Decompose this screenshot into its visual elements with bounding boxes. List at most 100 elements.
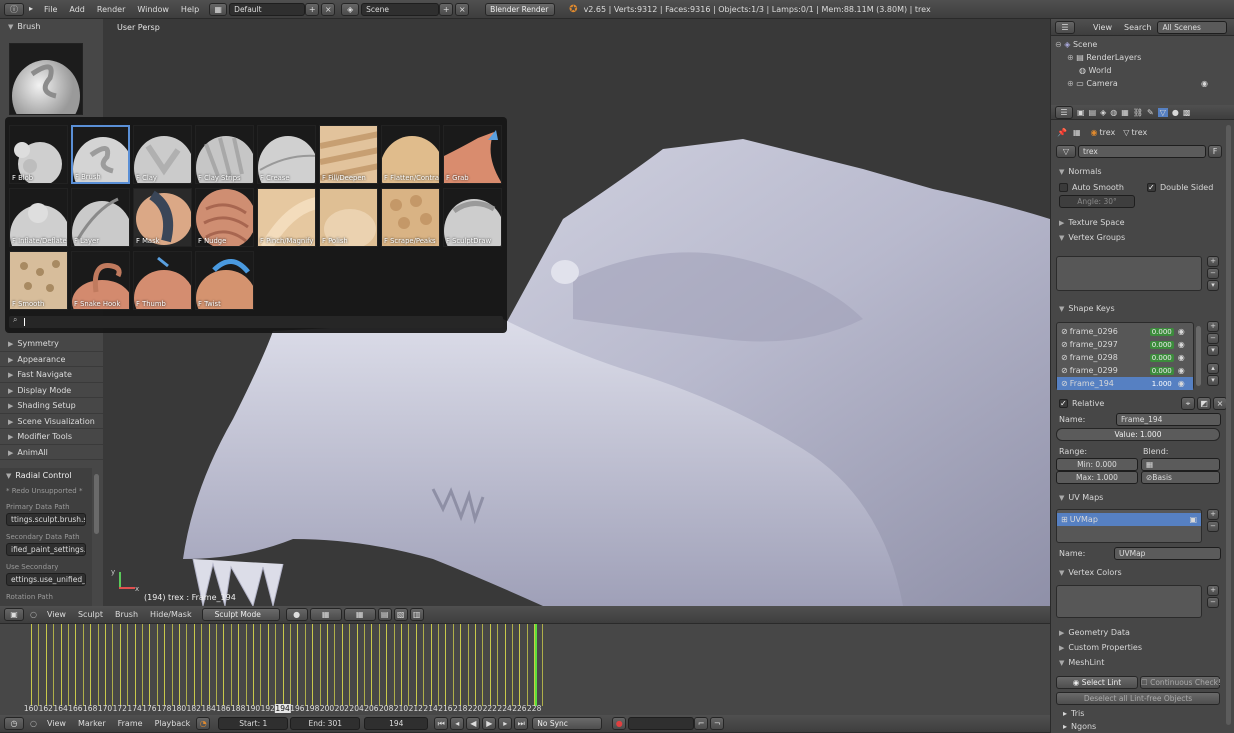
brush-smooth[interactable]: F Smooth xyxy=(9,251,68,310)
shape-keys-header[interactable]: ▼ Shape Keys xyxy=(1051,301,1115,316)
menu-sculpt[interactable]: Sculpt xyxy=(78,610,103,619)
vertex-groups-list[interactable] xyxy=(1056,256,1202,291)
layers-icon[interactable]: ▦ xyxy=(309,608,342,621)
menu-marker[interactable]: Marker xyxy=(78,719,106,728)
brush-fill-deepen[interactable]: F Fill/Deepen xyxy=(319,125,378,184)
min-field[interactable]: Min: 0.000 xyxy=(1056,458,1138,471)
properties-scrollbar[interactable] xyxy=(1226,125,1231,725)
timeline-editor-type-icon[interactable]: ◷ xyxy=(4,717,24,730)
sync-select[interactable]: No Sync xyxy=(532,717,603,730)
end-frame-field[interactable]: End: 301 xyxy=(290,717,361,730)
shape-key-row[interactable]: ⊘ frame_0297 0.000 ◉ xyxy=(1057,338,1193,351)
brush-preview[interactable] xyxy=(9,43,83,132)
blend-vgroup-field[interactable]: ▦ xyxy=(1141,458,1220,471)
brush-nudge[interactable]: F Nudge xyxy=(195,188,254,247)
mode-select[interactable]: Sculpt Mode xyxy=(201,608,280,621)
insert-key-icon[interactable]: ⌐ xyxy=(694,717,709,730)
outliner-menu-search[interactable]: Search xyxy=(1124,23,1151,32)
shape-key-value[interactable]: 0.000 xyxy=(1149,353,1174,362)
normals-header[interactable]: ▼ Normals xyxy=(1051,164,1234,179)
shape-keys-scrollbar[interactable] xyxy=(1196,326,1201,386)
collapse-icon[interactable]: ▸ xyxy=(26,3,36,16)
brush-snake-hook[interactable]: F Snake Hook xyxy=(71,251,130,310)
menu-file[interactable]: File xyxy=(44,5,57,14)
jump-end-icon[interactable]: ⏭ xyxy=(514,717,529,730)
brush-search-field[interactable]: ⌕ xyxy=(9,315,503,328)
fake-user-button[interactable]: F xyxy=(1208,145,1222,158)
menu-help[interactable]: Help xyxy=(181,5,199,14)
menu-frame[interactable]: Frame xyxy=(118,719,143,728)
shape-value-slider[interactable]: Value: 1.000 xyxy=(1056,428,1220,441)
menu-playback[interactable]: Playback xyxy=(155,719,191,728)
shape-keys-list[interactable]: ⊘ frame_0296 0.000 ◉ ⊘ frame_0297 0.000 ◉ ⊘ fra… xyxy=(1056,322,1194,390)
object-tab-icon[interactable]: ▦ xyxy=(1121,108,1129,117)
shape-key-eye-icon[interactable]: ◉ xyxy=(1178,340,1185,349)
outliner-item-world[interactable]: ◍ World xyxy=(1055,64,1230,77)
layers-tab-icon[interactable]: ▤ xyxy=(1089,108,1097,117)
shape-key-value[interactable]: 0.000 xyxy=(1149,366,1174,375)
max-field[interactable]: Max: 1.000 xyxy=(1056,471,1138,484)
menu-window[interactable]: Window xyxy=(137,5,169,14)
vgroup-menu-icon[interactable]: ▾ xyxy=(1207,280,1219,291)
use-secondary-field[interactable]: ettings.use_unified_size xyxy=(6,573,86,586)
camera-view-icon[interactable]: ▥ xyxy=(409,608,424,621)
play-reverse-icon[interactable]: ◀ xyxy=(466,717,481,730)
outliner-item-camera[interactable]: ⊕ ▭ Camera ◉ xyxy=(1055,77,1230,90)
prev-key-icon[interactable]: ◂ xyxy=(450,717,465,730)
brush-layer[interactable]: F Layer xyxy=(71,188,130,247)
shape-key-value[interactable]: 0.000 xyxy=(1149,327,1174,336)
brush-sculptdraw[interactable]: F SculptDraw xyxy=(443,188,502,247)
menu-view[interactable]: View xyxy=(47,610,66,619)
world-tab-icon[interactable]: ◍ xyxy=(1110,108,1117,117)
shape-key-remove-icon[interactable]: − xyxy=(1207,333,1219,344)
shape-key-value[interactable]: 0.000 xyxy=(1149,340,1174,349)
auto-smooth-checkbox[interactable] xyxy=(1059,182,1068,192)
scene-close-icon[interactable]: × xyxy=(455,2,470,16)
vertex-groups-header[interactable]: ▼ Vertex Groups xyxy=(1051,230,1234,245)
secondary-data-path-field[interactable]: ified_paint_settings.size xyxy=(6,543,86,556)
layout-field[interactable]: Default xyxy=(229,2,306,16)
brush-twist[interactable]: F Twist xyxy=(195,251,254,310)
start-frame-field[interactable]: Start: 1 xyxy=(218,717,289,730)
shape-key-down-icon[interactable]: ▾ xyxy=(1207,375,1219,386)
vcol-add-icon[interactable]: + xyxy=(1207,585,1219,596)
meshlint-header[interactable]: ▼ MeshLint xyxy=(1051,655,1104,670)
uv-maps-list[interactable]: ⊞ UVMap ▣ xyxy=(1056,509,1202,543)
constraints-tab-icon[interactable]: ⛓ xyxy=(1133,108,1143,117)
section-modifier-tools[interactable]: ▶ Modifier Tools xyxy=(0,429,103,445)
uv-add-icon[interactable]: + xyxy=(1207,509,1219,520)
shape-key-eye-icon[interactable]: ◉ xyxy=(1178,366,1185,375)
shape-key-menu-icon[interactable]: ▾ xyxy=(1207,345,1219,356)
timeline[interactable]: 160 162 164 166 168 170 172 174 176 178 180 182 184 1… xyxy=(0,624,1050,715)
menu-timeline-view[interactable]: View xyxy=(47,719,66,728)
layers2-icon[interactable]: ▦ xyxy=(343,608,376,621)
geometry-data-header[interactable]: ▶ Geometry Data xyxy=(1051,625,1130,640)
vgroup-remove-icon[interactable]: − xyxy=(1207,268,1219,279)
brush-inflate-deflate[interactable]: F Inflate/Deflate xyxy=(9,188,68,247)
render-tab-icon[interactable]: ▣ xyxy=(1077,108,1085,117)
scene-tab-icon[interactable]: ◈ xyxy=(1100,108,1106,117)
shape-key-row[interactable]: ⊘ frame_0299 0.000 ◉ xyxy=(1057,364,1193,377)
next-key-icon[interactable]: ▸ xyxy=(498,717,513,730)
jump-start-icon[interactable]: ⏮ xyxy=(434,717,449,730)
brush-clay-strips[interactable]: F Clay Strips xyxy=(195,125,254,184)
section-scene-visualization[interactable]: ▶ Scene Visualization xyxy=(0,414,103,429)
section-symmetry[interactable]: ▶ Symmetry xyxy=(0,336,103,352)
material-tab-icon[interactable]: ● xyxy=(1172,108,1179,117)
outliner-item-renderlayers[interactable]: ⊕ ▤ RenderLayers xyxy=(1055,51,1230,64)
scene-icon[interactable]: ◈ xyxy=(341,2,360,16)
brush-brush[interactable]: F Brush xyxy=(71,125,130,184)
brush-clay[interactable]: F Clay xyxy=(133,125,192,184)
angle-field[interactable]: Angle: 30° xyxy=(1059,195,1135,208)
deselect-lint-free-button[interactable]: Deselect all Lint-free Objects xyxy=(1056,692,1220,705)
continuous-check-button[interactable]: ☐ Continuous Check! xyxy=(1140,676,1221,689)
shape-key-row-selected[interactable]: ⊘ Frame_194 1.000 ◉ xyxy=(1057,377,1193,390)
uv-map-item[interactable]: ⊞ UVMap ▣ xyxy=(1057,513,1201,526)
shape-name-field[interactable]: Frame_194 xyxy=(1116,413,1221,426)
record-icon[interactable]: ● xyxy=(612,717,627,730)
uv-maps-header[interactable]: ▼ UV Maps xyxy=(1051,490,1103,505)
outliner-menu-view[interactable]: View xyxy=(1093,23,1112,32)
section-animall[interactable]: ▶ AnimAll xyxy=(0,445,103,460)
uv-render-icon[interactable]: ▣ xyxy=(1189,515,1197,524)
viewport-editor-type-icon[interactable]: ▣ xyxy=(4,608,24,621)
